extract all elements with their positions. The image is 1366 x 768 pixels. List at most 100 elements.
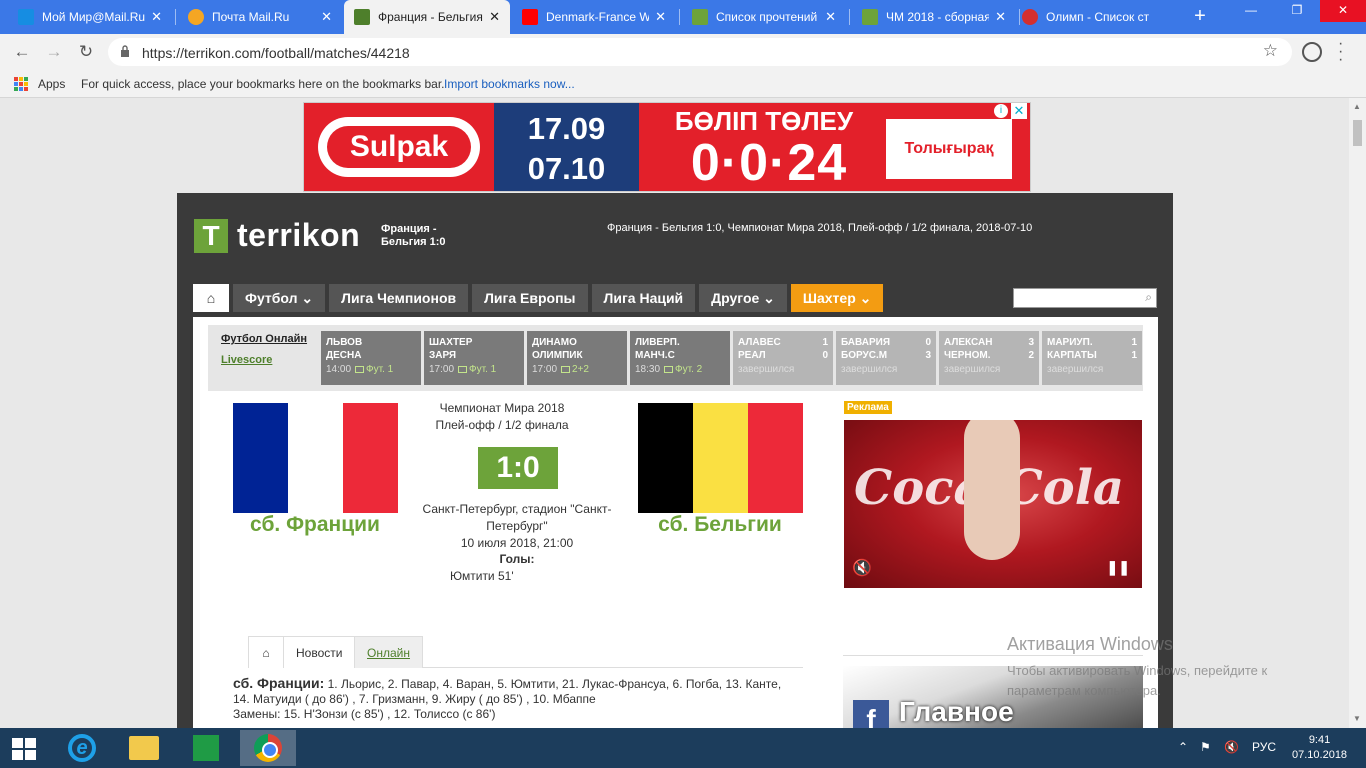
lock-icon: [121, 45, 129, 57]
away-team-name[interactable]: сб. Бельгии: [630, 513, 810, 537]
sheet-favicon-icon: [692, 9, 708, 25]
scrollbar-thumb[interactable]: [1353, 120, 1362, 146]
tab-reading-list[interactable]: Список прочтений ✕: [682, 0, 846, 34]
live-away-team: ЗАРЯ: [429, 350, 457, 361]
header-match-short: Франция - Бельгия 1:0: [381, 223, 446, 249]
nav-champions-league[interactable]: Лига Чемпионов: [329, 284, 469, 312]
bookmark-star-icon[interactable]: ☆: [1263, 41, 1278, 61]
tab-moy-mir[interactable]: Мой Мир@Mail.Ru ✕: [8, 0, 172, 34]
tray-expand-icon[interactable]: ⌃: [1178, 740, 1188, 754]
tray-language[interactable]: РУС: [1252, 740, 1276, 754]
minimize-button[interactable]: —: [1228, 0, 1274, 22]
video-ad[interactable]: Coca-Cola 🔇 ❚❚: [844, 420, 1142, 588]
tab-close-icon[interactable]: ✕: [995, 9, 1006, 25]
tab-close-icon[interactable]: ✕: [321, 9, 332, 25]
apps-grid-icon[interactable]: [14, 77, 28, 91]
search-icon[interactable]: ⌕: [1145, 290, 1152, 305]
scroll-up-icon[interactable]: ▲: [1353, 102, 1361, 111]
tab-close-icon[interactable]: ✕: [489, 9, 500, 25]
window-close-button[interactable]: ✕: [1320, 0, 1366, 22]
apps-link[interactable]: Apps: [38, 77, 65, 91]
reload-icon[interactable]: ↻: [76, 42, 96, 62]
terrikon-favicon-icon: [354, 9, 370, 25]
windows-start-icon[interactable]: [12, 738, 36, 760]
file-explorer-icon: [129, 736, 159, 760]
home-team-name[interactable]: сб. Франции: [225, 513, 405, 537]
scroll-down-icon[interactable]: ▼: [1353, 714, 1361, 723]
live-match-meta: завершился: [841, 363, 931, 376]
live-home-score: 0: [925, 337, 931, 348]
live-away-team: КАРПАТЫ: [1047, 350, 1097, 361]
tab-title: Список прочтений: [716, 10, 818, 24]
taskbar-explorer[interactable]: [116, 730, 172, 766]
tab-close-icon[interactable]: ✕: [825, 9, 836, 25]
nav-europa-league[interactable]: Лига Европы: [472, 284, 588, 312]
site-search-input[interactable]: ⌕: [1013, 288, 1157, 308]
taskbar-ie[interactable]: e: [54, 730, 110, 766]
taskbar-chrome[interactable]: [240, 730, 296, 766]
address-bar[interactable]: https://terrikon.com/football/matches/44…: [108, 38, 1292, 66]
nav-football[interactable]: Футбол ⌄: [233, 284, 326, 312]
live-away-team: ДЕСНА: [326, 350, 362, 361]
tray-volume-icon[interactable]: 🔇: [1224, 740, 1239, 754]
nav-nations-league[interactable]: Лига Наций: [591, 284, 696, 312]
nav-other[interactable]: Другое ⌄: [699, 284, 787, 312]
page-scrollbar[interactable]: ▲ ▼: [1349, 98, 1366, 728]
nav-shakhtar[interactable]: Шахтер ⌄: [790, 284, 884, 312]
profile-avatar-icon[interactable]: [1302, 42, 1322, 62]
import-bookmarks-link[interactable]: Import bookmarks now...: [444, 77, 575, 91]
mail-ru-favicon-icon: [18, 9, 34, 25]
ad-cta-button[interactable]: Толығырақ: [886, 119, 1012, 179]
tab-pochta[interactable]: Почта Mail.Ru ✕: [178, 0, 342, 34]
live-match-card[interactable]: АЛЕКСАН 3 ЧЕРНОМ. 2 завершился: [939, 331, 1039, 385]
live-match-card[interactable]: МАРИУП. 1 КАРПАТЫ 1 завершился: [1042, 331, 1142, 385]
restore-button[interactable]: ❐: [1274, 0, 1320, 22]
video-ad-finger: [964, 420, 1020, 560]
clock-time: 9:41: [1308, 734, 1331, 746]
new-tab-button[interactable]: +: [1188, 5, 1212, 28]
tab-youtube[interactable]: Denmark-France W ✕: [512, 0, 676, 34]
clock-date: 07.10.2018: [1292, 749, 1348, 761]
nav-home-icon[interactable]: ⌂: [193, 284, 229, 312]
ad-info-icon[interactable]: i: [994, 104, 1008, 118]
tab-news[interactable]: Новости: [283, 636, 356, 668]
livescore-links: Футбол Онлайн Livescore: [221, 333, 311, 366]
sulpak-ad-banner[interactable]: Sulpak 17.09 07.10 БӨЛІП ТӨЛЕУ 0·0·24 То…: [303, 102, 1031, 192]
back-arrow-icon[interactable]: ←: [12, 42, 32, 62]
forward-arrow-icon[interactable]: →: [44, 42, 64, 62]
site-logo-text[interactable]: terrikon: [237, 217, 360, 254]
live-match-card[interactable]: ШАХТЕР ЗАРЯ 17:00 Фут. 1: [424, 331, 524, 385]
bookmarks-hint: For quick access, place your bookmarks h…: [81, 77, 445, 91]
live-match-card[interactable]: ЛЬВОВ ДЕСНА 14:00 Фут. 1: [321, 331, 421, 385]
live-match-card[interactable]: БАВАРИЯ 0 БОРУС.М 3 завершился: [836, 331, 936, 385]
tab-olimp[interactable]: Олимп - Список ст: [1012, 0, 1184, 34]
live-away-score: 0: [822, 350, 828, 361]
taskbar-clock[interactable]: 9:41 07.10.2018: [1292, 733, 1347, 763]
tray-flag-icon[interactable]: ⚑: [1200, 740, 1211, 754]
live-match-card[interactable]: ЛИВЕРП. МАНЧ.С 18:30 Фут. 2: [630, 331, 730, 385]
tab-close-icon[interactable]: ✕: [151, 9, 162, 25]
live-match-channel: Фут. 1: [366, 364, 394, 375]
lineup: сб. Франции: 1. Льорис, 2. Павар, 4. Вар…: [233, 676, 793, 722]
tab-online[interactable]: Онлайн: [354, 636, 423, 668]
browser-menu-icon[interactable]: · · ·: [1338, 36, 1343, 68]
football-online-link[interactable]: Футбол Онлайн: [221, 333, 311, 346]
live-match-home-row: АЛЕКСАН 3: [944, 336, 1034, 349]
live-match-card[interactable]: АЛАВЕС 1 РЕАЛ 0 завершился: [733, 331, 833, 385]
watermark-text: Чтобы активировать Windows, перейдите к …: [1007, 663, 1268, 698]
tab-home-icon[interactable]: ⌂: [248, 636, 284, 668]
france-flag: [233, 403, 398, 513]
terrikon-logo-icon[interactable]: T: [194, 219, 228, 253]
ad-close-icon[interactable]: ✕: [1011, 103, 1027, 119]
live-match-card[interactable]: ДИНАМО ОЛИМПИК 17:00 2+2: [527, 331, 627, 385]
live-away-team: ЧЕРНОМ.: [944, 350, 991, 361]
tab-wc2018[interactable]: ЧМ 2018 - сборная ✕: [852, 0, 1016, 34]
tab-france-belgium[interactable]: Франция - Бельгия ✕: [344, 0, 510, 34]
livescore-link[interactable]: Livescore: [221, 354, 311, 366]
mute-icon[interactable]: 🔇: [852, 558, 872, 578]
live-match-time: 18:30: [635, 364, 661, 375]
tab-close-icon[interactable]: ✕: [655, 9, 666, 25]
pause-icon[interactable]: ❚❚: [1107, 559, 1130, 576]
live-home-team: ЛЬВОВ: [326, 337, 363, 348]
taskbar-store[interactable]: [178, 730, 234, 766]
